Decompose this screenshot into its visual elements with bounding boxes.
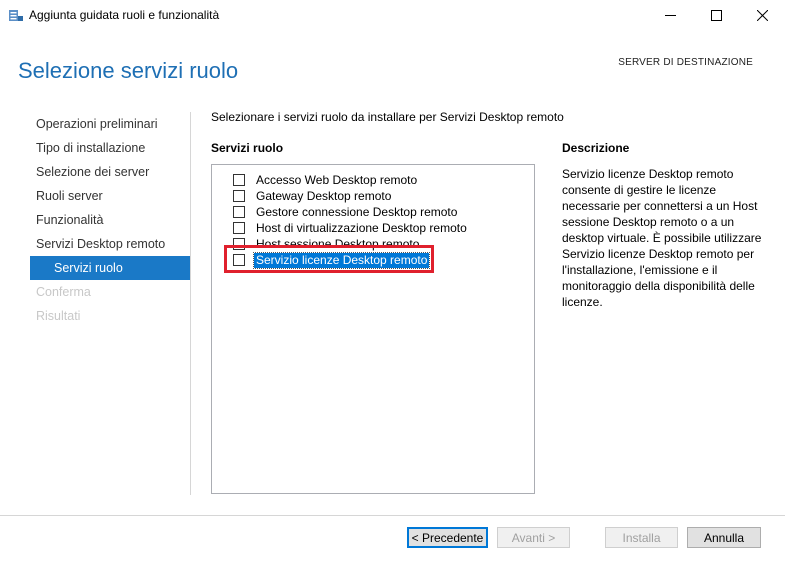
role-checkbox[interactable]	[233, 222, 245, 234]
wizard-nav: Operazioni preliminari Tipo di installaz…	[30, 112, 190, 328]
server-manager-icon	[9, 10, 23, 21]
highlight-annotation-box	[224, 245, 434, 273]
nav-item-operazioni-preliminari[interactable]: Operazioni preliminari	[30, 112, 190, 136]
close-icon	[756, 9, 768, 21]
maximize-icon	[710, 9, 722, 21]
maximize-button[interactable]	[693, 0, 739, 30]
role-label[interactable]: Gateway Desktop remoto	[254, 189, 393, 204]
minimize-button[interactable]	[647, 0, 693, 30]
nav-item-servizi-ruolo[interactable]: Servizi ruolo	[30, 256, 190, 280]
window-title: Aggiunta guidata ruoli e funzionalità	[29, 8, 220, 22]
role-checkbox[interactable]	[233, 190, 245, 202]
nav-item-ruoli-server[interactable]: Ruoli server	[30, 184, 190, 208]
role-services-list[interactable]: Accesso Web Desktop remoto Gateway Deskt…	[211, 164, 535, 494]
install-button: Installa	[605, 527, 678, 548]
list-item[interactable]: Host di virtualizzazione Desktop remoto	[233, 220, 469, 236]
nav-divider	[190, 112, 191, 495]
nav-item-conferma: Conferma	[36, 285, 91, 299]
close-button[interactable]	[739, 0, 785, 30]
nav-item-tipo-installazione[interactable]: Tipo di installazione	[30, 136, 190, 160]
role-label[interactable]: Host di virtualizzazione Desktop remoto	[254, 221, 469, 236]
role-checkbox[interactable]	[233, 174, 245, 186]
page-title: Selezione servizi ruolo	[18, 58, 239, 83]
title-bar: Aggiunta guidata ruoli e funzionalità	[0, 0, 785, 30]
minimize-icon	[664, 14, 676, 16]
instruction-text: Selezionare i servizi ruolo da installar…	[211, 110, 564, 124]
description-text: Servizio licenze Desktop remoto consente…	[562, 167, 762, 309]
nav-item-risultati: Risultati	[36, 309, 81, 323]
role-checkbox[interactable]	[233, 206, 245, 218]
role-label[interactable]: Accesso Web Desktop remoto	[254, 173, 419, 188]
footer-divider	[0, 515, 785, 516]
cancel-button[interactable]: Annulla	[687, 527, 761, 548]
destination-server-label: SERVER DI DESTINAZIONE	[618, 57, 753, 68]
nav-item-servizi-desktop-remoto[interactable]: Servizi Desktop remoto	[30, 232, 190, 256]
description-heading: Descrizione	[562, 141, 630, 155]
role-label[interactable]: Gestore connessione Desktop remoto	[254, 205, 459, 220]
nav-item-funzionalita[interactable]: Funzionalità	[30, 208, 190, 232]
list-item[interactable]: Gateway Desktop remoto	[233, 188, 393, 204]
previous-button[interactable]: < Precedente	[407, 527, 488, 548]
list-item[interactable]: Gestore connessione Desktop remoto	[233, 204, 459, 220]
nav-item-selezione-server[interactable]: Selezione dei server	[30, 160, 190, 184]
roles-heading: Servizi ruolo	[211, 141, 284, 155]
list-item[interactable]: Accesso Web Desktop remoto	[233, 172, 419, 188]
next-button: Avanti >	[497, 527, 570, 548]
